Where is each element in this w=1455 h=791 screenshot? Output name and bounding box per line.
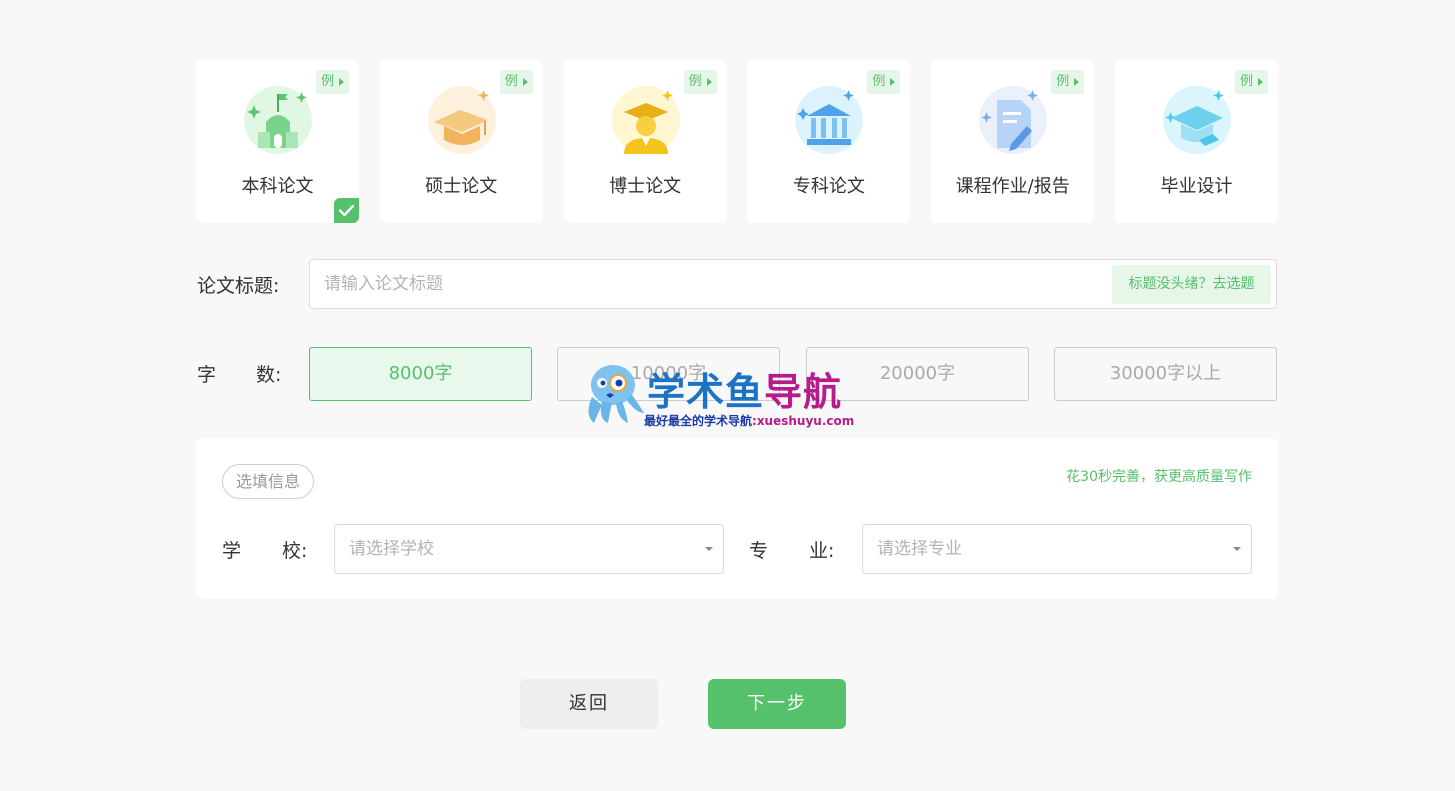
card-label: 硕士论文 xyxy=(425,176,498,197)
doctor-graduate-icon xyxy=(611,86,680,154)
card-label: 本科论文 xyxy=(241,176,314,197)
example-badge[interactable]: 例 xyxy=(316,70,349,94)
word-count-label-char-2: 数: xyxy=(256,364,282,386)
school-label-char-2: 校: xyxy=(282,540,308,562)
optional-info-panel: 选填信息 花30秒完善，获更高质量写作 学 校: 请选择学校 专 业: 请选择专… xyxy=(196,438,1278,599)
card-label: 博士论文 xyxy=(609,176,682,197)
school-select[interactable]: 请选择学校 xyxy=(334,524,724,574)
school-label-char-1: 学 xyxy=(222,540,242,562)
example-badge[interactable]: 例 xyxy=(1234,70,1268,94)
watermark-subtitle: 最好最全的学术导航:xueshuyu.com xyxy=(644,414,855,428)
paper-type-list: 例 本科论文 例 硕士论文 例 博士论文 例 专科论文 例 课程作业/报告 例 … xyxy=(196,60,1278,223)
watermark-title: 学术鱼导航 xyxy=(647,370,843,414)
card-master-thesis[interactable]: 例 硕士论文 xyxy=(379,60,543,223)
card-coursework-report[interactable]: 例 课程作业/报告 xyxy=(931,60,1095,223)
major-label-char-2: 业: xyxy=(809,540,835,562)
checkmark-icon xyxy=(338,204,355,217)
word-count-option-30000-plus[interactable]: 30000字以上 xyxy=(1054,347,1277,401)
selected-check-badge xyxy=(334,198,359,223)
title-label: 论文标题: xyxy=(197,275,280,297)
card-label: 毕业设计 xyxy=(1160,176,1233,197)
major-label-char-1: 专 xyxy=(749,540,769,562)
design-cap-icon xyxy=(1162,86,1231,154)
optional-info-tag: 选填信息 xyxy=(222,464,314,499)
optional-info-tip: 花30秒完善，获更高质量写作 xyxy=(1066,469,1252,485)
chevron-down-icon xyxy=(705,547,713,551)
example-badge[interactable]: 例 xyxy=(1051,70,1085,94)
title-input-container: 标题没头绪？去选题 xyxy=(309,259,1277,309)
watermark-logo: 学术鱼导航 最好最全的学术导航:xueshuyu.com xyxy=(580,361,880,431)
example-badge[interactable]: 例 xyxy=(683,70,717,94)
graduation-cap-icon xyxy=(427,86,496,154)
card-college-thesis[interactable]: 例 专科论文 xyxy=(747,60,911,223)
octopus-mascot-icon xyxy=(588,365,644,423)
pick-topic-button[interactable]: 标题没头绪？去选题 xyxy=(1112,265,1271,304)
back-button[interactable]: 返回 xyxy=(520,679,658,729)
major-select[interactable]: 请选择专业 xyxy=(862,524,1252,574)
institution-building-icon xyxy=(795,86,864,154)
card-label: 课程作业/报告 xyxy=(955,176,1070,197)
major-select-placeholder: 请选择专业 xyxy=(877,539,962,559)
school-select-placeholder: 请选择学校 xyxy=(349,539,434,559)
card-graduation-design[interactable]: 例 毕业设计 xyxy=(1114,60,1278,223)
card-label: 专科论文 xyxy=(792,176,865,197)
chevron-down-icon xyxy=(1233,547,1241,551)
word-count-label-char-1: 字 xyxy=(197,364,217,386)
title-input[interactable] xyxy=(310,260,1090,308)
document-pen-icon xyxy=(979,86,1048,154)
example-badge[interactable]: 例 xyxy=(499,70,533,94)
next-step-button[interactable]: 下一步 xyxy=(708,679,846,729)
word-count-option-8000[interactable]: 8000字 xyxy=(309,347,532,401)
school-building-icon xyxy=(244,86,312,154)
card-undergrad-thesis[interactable]: 例 本科论文 xyxy=(196,60,359,223)
example-badge[interactable]: 例 xyxy=(867,70,901,94)
card-doctoral-thesis[interactable]: 例 博士论文 xyxy=(563,60,727,223)
